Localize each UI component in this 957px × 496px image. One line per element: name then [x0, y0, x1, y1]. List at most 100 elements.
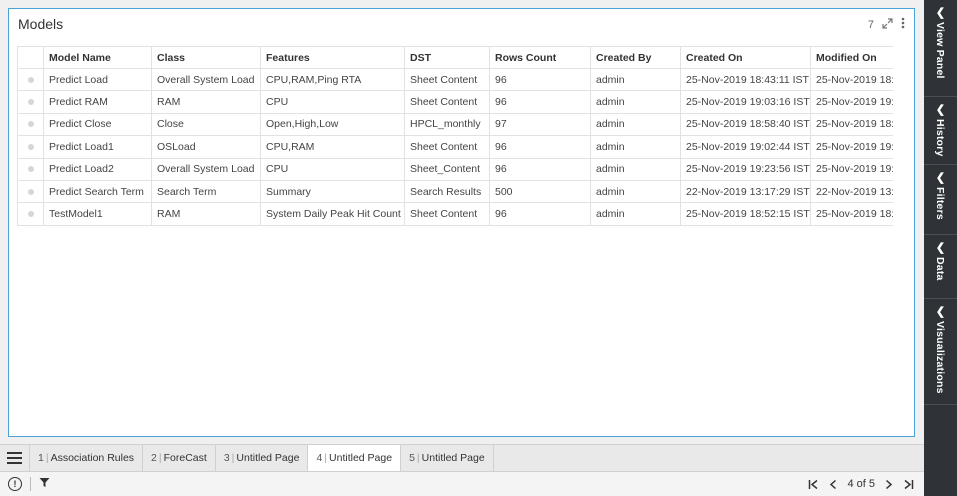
table-cell-class: Close	[151, 112, 261, 137]
table-cell-class: RAM	[151, 90, 261, 114]
page-pager: 4 of 5	[808, 472, 914, 496]
table-cell-created: 25-Nov-2019 18:43:11 IST	[680, 67, 811, 92]
chevron-left-icon: ❮	[935, 306, 946, 318]
tab-number: 4	[316, 452, 323, 464]
table-cell-features: Open,High,Low	[260, 112, 405, 137]
tab-page-1[interactable]: 1 | Association Rules	[30, 445, 144, 471]
table-cell-rows: 500	[489, 179, 591, 204]
row-select-radio[interactable]	[17, 157, 44, 181]
tab-number: 5	[409, 452, 415, 464]
chevron-left-icon: ❮	[935, 7, 946, 19]
table-cell-modified: 25-Nov-2019 18:52	[810, 202, 893, 226]
table-cell-features: CPU	[260, 90, 405, 114]
table-cell-class: RAM	[151, 202, 261, 226]
table-cell-by: admin	[590, 112, 681, 137]
row-select-radio[interactable]	[17, 202, 44, 226]
info-icon[interactable]: !	[8, 477, 22, 491]
column-header[interactable]: Modified On	[810, 46, 893, 69]
row-select-radio[interactable]	[17, 135, 44, 159]
panel-toolbar: 7	[868, 17, 905, 32]
table-cell-by: admin	[590, 179, 681, 204]
table-cell-modified: 22-Nov-2019 13:17	[810, 179, 893, 204]
tab-label: Untitled Page	[329, 452, 393, 464]
table-cell-by: admin	[590, 90, 681, 114]
hamburger-menu-icon[interactable]	[0, 445, 30, 471]
column-header[interactable]: DST	[404, 46, 490, 69]
side-panel-visualizations[interactable]: ❮ Visualizations	[924, 299, 957, 405]
table-cell-name: Predict Search Term	[43, 179, 152, 204]
tab-label: Untitled Page	[421, 452, 485, 464]
table-cell-by: admin	[590, 135, 681, 159]
table-cell-rows: 96	[489, 90, 591, 114]
table-cell-name: Predict Load	[43, 67, 152, 92]
tab-number: 3	[223, 452, 230, 464]
expand-icon[interactable]	[882, 17, 893, 32]
table-row[interactable]: Predict RAM RAM CPU Sheet Content 96 admin 25-…	[17, 90, 893, 114]
first-page-icon[interactable]	[808, 479, 819, 490]
side-panel-label: Filters	[934, 187, 946, 220]
table-cell-name: Predict Load2	[43, 157, 152, 181]
table-cell-name: Predict Load1	[43, 135, 152, 159]
filter-icon[interactable]	[39, 477, 50, 491]
divider	[30, 477, 31, 491]
table-cell-class: OSLoad	[151, 135, 261, 159]
table-cell-dst: Search Results	[404, 179, 490, 204]
column-header[interactable]: Created By	[590, 46, 681, 69]
tab-page-2[interactable]: 2 | ForeCast	[143, 445, 216, 471]
row-select-radio[interactable]	[17, 112, 44, 137]
table-cell-features: CPU,RAM,Ping RTA	[260, 67, 405, 92]
table-cell-dst: HPCL_monthly	[404, 112, 490, 137]
table-cell-rows: 96	[489, 202, 591, 226]
tab-separator: |	[158, 452, 162, 464]
table-cell-created: 25-Nov-2019 18:52:15 IST	[680, 202, 811, 226]
status-bar: ! 4 of 5	[0, 472, 924, 496]
tab-separator: |	[45, 452, 49, 464]
tab-number: 2	[151, 452, 157, 464]
table-row[interactable]: Predict Load2 Overall System Load CPU Sheet…	[17, 157, 893, 181]
table-row[interactable]: Predict Load1 OSLoad CPU,RAM Sheet Content 9…	[17, 135, 893, 159]
side-panel-bar: ❮ View Panel ❮ History ❮ Filters ❮ Data ❮ Visuali…	[924, 0, 957, 496]
table-cell-name: Predict Close	[43, 112, 152, 137]
table-row[interactable]: Predict Close Close Open,High,Low HPCL_mont…	[17, 112, 893, 137]
side-panel-label: Data	[934, 257, 946, 281]
column-header[interactable]: Model Name	[43, 46, 152, 69]
tab-separator: |	[324, 452, 328, 464]
column-header[interactable]: Rows Count	[489, 46, 591, 69]
chevron-left-icon: ❮	[935, 104, 946, 116]
row-select-radio[interactable]	[17, 179, 44, 204]
table-row[interactable]: Predict Search Term Search Term Summary Sea…	[17, 179, 893, 204]
table-row[interactable]: Predict Load Overall System Load CPU,RAM,P…	[17, 67, 893, 92]
prev-page-icon[interactable]	[829, 479, 837, 490]
side-panel-history[interactable]: ❮ History	[924, 97, 957, 165]
table-cell-features: CPU,RAM	[260, 135, 405, 159]
tab-page-5[interactable]: 5 | Untitled Page	[401, 445, 494, 471]
table-cell-dst: Sheet Content	[404, 135, 490, 159]
table-cell-dst: Sheet Content	[404, 67, 490, 92]
tab-page-4[interactable]: 4 | Untitled Page	[308, 445, 402, 471]
tab-separator: |	[416, 452, 420, 464]
column-header[interactable]: Class	[151, 46, 261, 69]
page-indicator: 4 of 5	[847, 478, 875, 490]
row-select-radio[interactable]	[17, 67, 44, 92]
last-page-icon[interactable]	[903, 479, 914, 490]
table-cell-dst: Sheet Content	[404, 90, 490, 114]
row-select-radio[interactable]	[17, 90, 44, 114]
column-header[interactable]: Features	[260, 46, 405, 69]
kebab-menu-icon[interactable]	[901, 17, 905, 32]
tab-page-3[interactable]: 3 | Untitled Page	[216, 445, 309, 471]
side-panel-view-panel[interactable]: ❮ View Panel	[924, 0, 957, 97]
next-page-icon[interactable]	[885, 479, 893, 490]
models-panel[interactable]: Models 7 Model Name Class Features DST R…	[8, 8, 915, 437]
column-header[interactable]: Created On	[680, 46, 811, 69]
chevron-left-icon: ❮	[935, 242, 946, 254]
table-cell-created: 22-Nov-2019 13:17:29 IST	[680, 179, 811, 204]
table-cell-class: Overall System Load	[151, 67, 261, 92]
table-cell-by: admin	[590, 157, 681, 181]
page-tabs: 1 | Association Rules 2 | ForeCast 3 | Untitled …	[0, 444, 924, 472]
table-row[interactable]: TestModel1 RAM System Daily Peak Hit Count…	[17, 202, 893, 226]
side-panel-data[interactable]: ❮ Data	[924, 235, 957, 299]
models-grid: Model Name Class Features DST Rows Count…	[17, 46, 893, 226]
table-cell-dst: Sheet_Content	[404, 157, 490, 181]
side-panel-filters[interactable]: ❮ Filters	[924, 165, 957, 235]
table-cell-rows: 97	[489, 112, 591, 137]
